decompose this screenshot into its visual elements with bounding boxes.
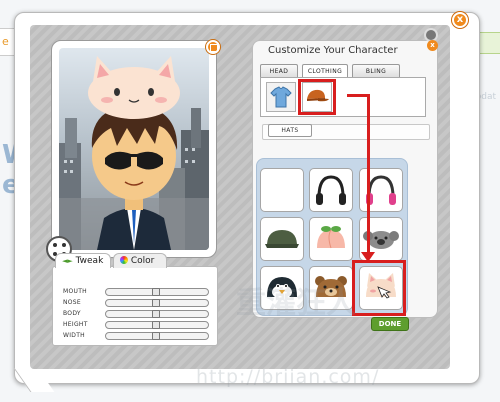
photo-settings-icon[interactable] xyxy=(206,40,220,54)
panel-close-button[interactable]: x xyxy=(427,40,438,51)
hat-item-pink-headphones[interactable] xyxy=(359,168,403,212)
done-button[interactable]: DONE xyxy=(371,317,409,331)
selected-category-highlight xyxy=(298,79,336,115)
tweak-label: HEIGHT xyxy=(63,321,88,328)
tab-head[interactable]: HEAD xyxy=(260,64,298,78)
tab-clothing[interactable]: CLOTHING xyxy=(302,64,348,78)
width-slider[interactable] xyxy=(105,332,209,340)
mouth-slider[interactable] xyxy=(105,288,209,296)
slider-thumb[interactable] xyxy=(152,321,160,329)
hat-item-black-headphones[interactable] xyxy=(309,168,353,212)
body-slider[interactable] xyxy=(105,310,209,318)
slider-thumb[interactable] xyxy=(152,332,160,340)
tweak-label: WIDTH xyxy=(63,332,85,339)
tweak-row-mouth: MOUTH xyxy=(63,287,213,297)
slider-thumb[interactable] xyxy=(152,310,160,318)
tweak-row-width: WIDTH xyxy=(63,331,213,341)
black-headphones-icon xyxy=(316,175,346,205)
character-preview-image xyxy=(59,48,209,250)
arrows-icon: ◄► xyxy=(62,257,73,265)
hat-item-empty[interactable] xyxy=(260,168,304,212)
green-cap-icon xyxy=(265,230,299,248)
tab-color[interactable]: Color xyxy=(113,253,167,268)
tweak-label: MOUTH xyxy=(63,288,87,295)
tab-bling[interactable]: BLING xyxy=(352,64,400,78)
tab-tweak[interactable]: ◄► Tweak xyxy=(55,253,111,268)
tab-hats[interactable]: HATS xyxy=(268,124,312,137)
hat-item-green-cap[interactable] xyxy=(260,217,304,261)
dialog-close-button[interactable]: x xyxy=(452,12,468,28)
tab-color-label: Color xyxy=(130,256,155,266)
slider-thumb[interactable] xyxy=(152,288,160,296)
tshirt-icon xyxy=(270,86,292,108)
selected-hat-highlight xyxy=(352,260,406,316)
customize-title: Customize Your Character xyxy=(268,45,398,56)
watermark-url: http://briian.com/ xyxy=(196,366,380,388)
tweak-label: NOSE xyxy=(63,299,82,306)
color-wheel-icon xyxy=(120,256,128,264)
tweak-row-nose: NOSE xyxy=(63,298,213,308)
character-preview-card xyxy=(51,40,217,258)
tweak-row-height: HEIGHT xyxy=(63,320,213,330)
slider-thumb[interactable] xyxy=(152,299,160,307)
nose-slider[interactable] xyxy=(105,299,209,307)
tweak-label: BODY xyxy=(63,310,81,317)
arrow-connector-vertical xyxy=(367,95,370,253)
tweak-panel: ◄► Tweak Color MOUTH NOSE BODY HEIGHT WI… xyxy=(52,253,218,346)
height-slider[interactable] xyxy=(105,321,209,329)
tweak-row-body: BODY xyxy=(63,309,213,319)
category-tshirt[interactable] xyxy=(266,82,296,112)
arrow-head-icon xyxy=(361,252,375,262)
tab-tweak-label: Tweak xyxy=(75,256,104,266)
peach-hat-icon xyxy=(317,226,345,249)
watermark-cjk: 重灌狂人 xyxy=(236,286,356,321)
hat-item-peach-hat[interactable] xyxy=(309,217,353,261)
